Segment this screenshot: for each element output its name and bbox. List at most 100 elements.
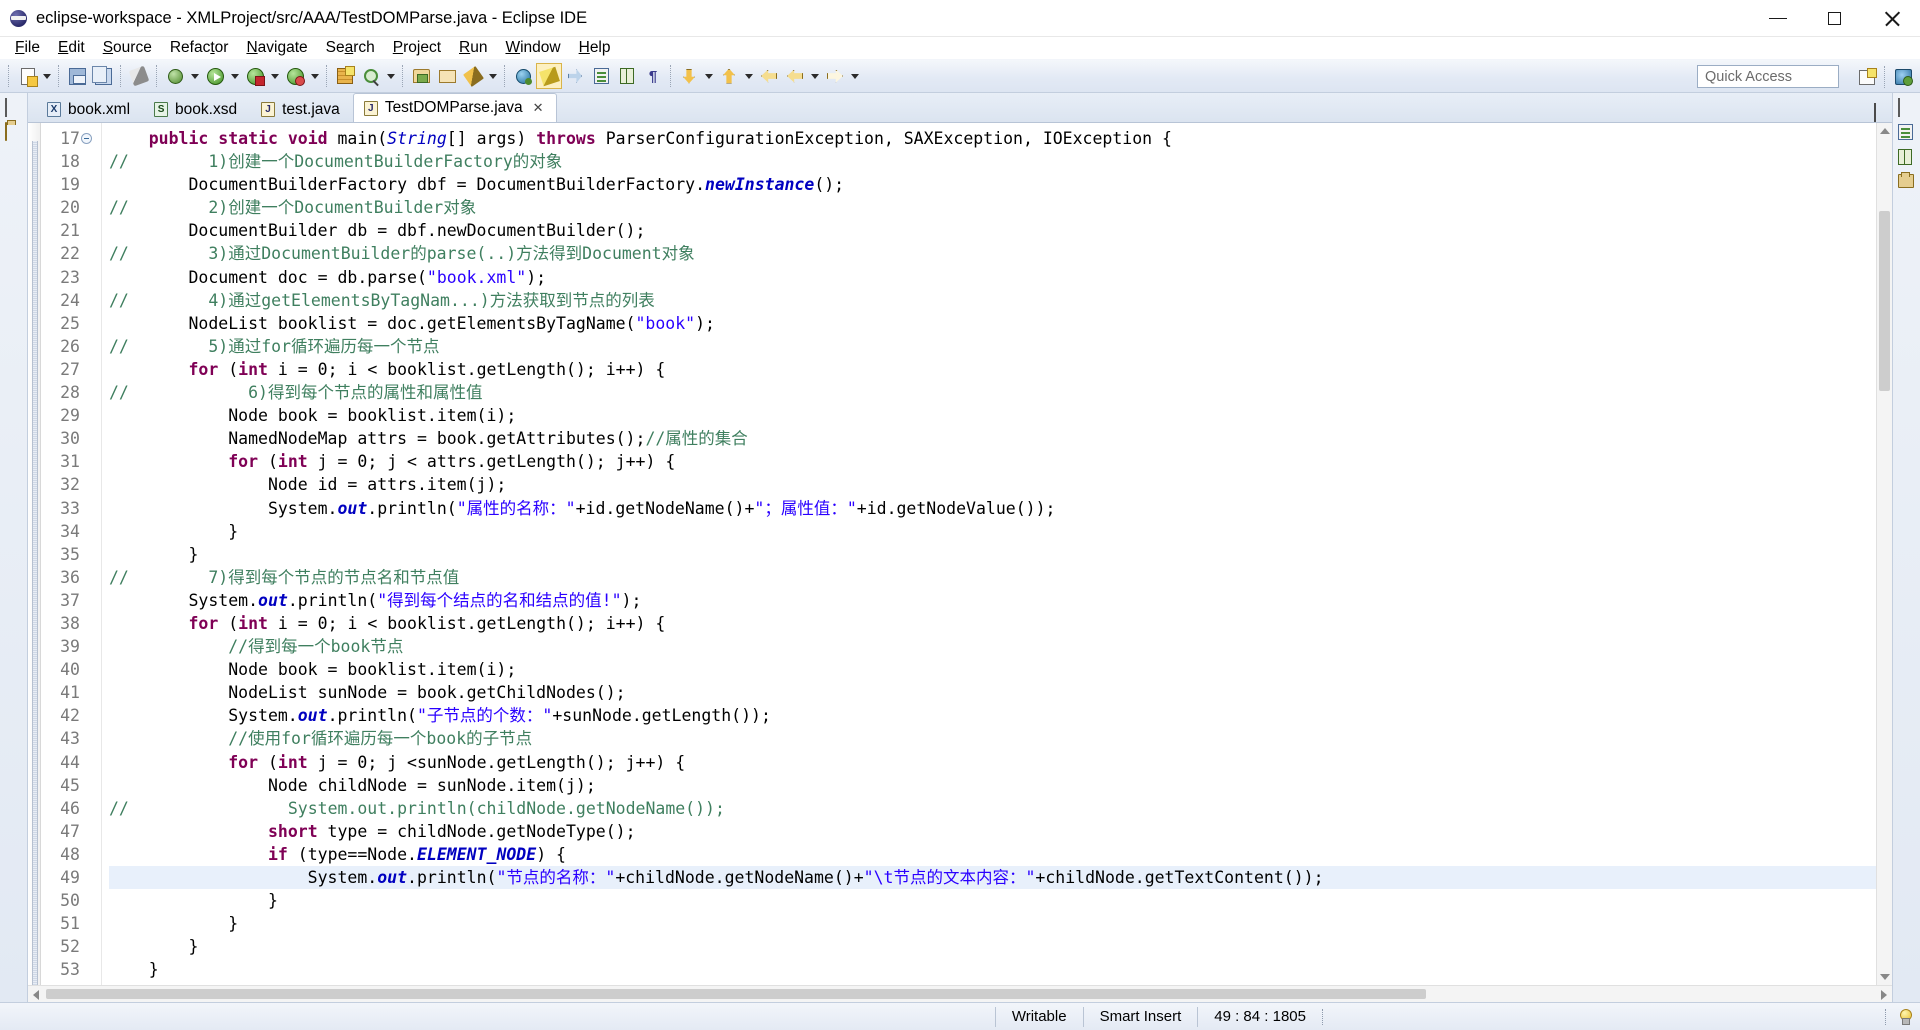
- outline-view-icon[interactable]: [1897, 124, 1916, 142]
- task-list-icon[interactable]: [1897, 149, 1916, 167]
- previous-edit-location-button[interactable]: [716, 63, 742, 89]
- fold-collapse-icon[interactable]: [81, 133, 92, 144]
- code-line[interactable]: Node id = attrs.item(j);: [109, 473, 1876, 496]
- package-explorer-icon[interactable]: [4, 122, 23, 141]
- open-type-button[interactable]: [408, 63, 434, 89]
- code-line[interactable]: // System.out.println(childNode.getNodeN…: [109, 797, 1876, 820]
- scroll-left-arrow[interactable]: [33, 990, 39, 1000]
- previous-annotation-button[interactable]: [614, 63, 640, 89]
- scroll-up-arrow[interactable]: [1880, 128, 1890, 134]
- code-line[interactable]: // 4)通过getElementsByTagNam...)方法获取到节点的列表: [109, 289, 1876, 312]
- restore-view-icon[interactable]: [4, 98, 23, 117]
- run-last-tool-button[interactable]: [242, 63, 268, 89]
- quick-fix-button[interactable]: [126, 63, 152, 89]
- code-line[interactable]: }: [109, 543, 1876, 566]
- new-wizard-dropdown[interactable]: [40, 63, 54, 89]
- editor-marker-column[interactable]: [28, 123, 41, 985]
- editor-horizontal-scrollbar[interactable]: [28, 985, 1892, 1002]
- code-line[interactable]: for (int j = 0; j <sunNode.getLength(); …: [109, 751, 1876, 774]
- source-code-text[interactable]: public static void main(String[] args) t…: [102, 123, 1876, 985]
- horizontal-scroll-thumb[interactable]: [46, 989, 1426, 999]
- close-button[interactable]: [1863, 0, 1920, 37]
- toggle-mark-occurrences-button[interactable]: [536, 63, 562, 89]
- code-line[interactable]: // 2)创建一个DocumentBuilder对象: [109, 196, 1876, 219]
- folding-column[interactable]: [86, 123, 102, 985]
- menu-help[interactable]: Help: [570, 38, 620, 58]
- new-java-package-button[interactable]: [332, 63, 358, 89]
- menu-edit[interactable]: Edit: [49, 38, 94, 58]
- debug-button[interactable]: [162, 63, 188, 89]
- coverage-dropdown[interactable]: [308, 63, 322, 89]
- code-line[interactable]: }: [109, 935, 1876, 958]
- editor-maximize-icon[interactable]: [1874, 103, 1888, 122]
- code-editor[interactable]: 17 18 19 20 21 22 23 24 25 26 27 28 29 30 31 32 33 34 35 36…: [28, 123, 1892, 985]
- code-line[interactable]: DocumentBuilder db = dbf.newDocumentBuil…: [109, 219, 1876, 242]
- code-line[interactable]: }: [109, 889, 1876, 912]
- forward-button[interactable]: [822, 63, 848, 89]
- scroll-right-arrow[interactable]: [1881, 990, 1887, 1000]
- code-line[interactable]: // 3)通过DocumentBuilder的parse(..)方法得到Docu…: [109, 242, 1876, 265]
- next-annotation-button[interactable]: [588, 63, 614, 89]
- back-dropdown[interactable]: [808, 63, 822, 89]
- code-line[interactable]: Document doc = db.parse("book.xml");: [109, 266, 1876, 289]
- next-edit-dropdown[interactable]: [702, 63, 716, 89]
- code-line[interactable]: Node book = booklist.item(i);: [109, 658, 1876, 681]
- tip-bulb-icon[interactable]: [1898, 1008, 1912, 1025]
- code-line[interactable]: // 7)得到每个节点的节点名和节点值: [109, 566, 1876, 589]
- pilcrow-button[interactable]: ¶: [640, 63, 666, 89]
- code-line[interactable]: }: [109, 520, 1876, 543]
- editor-minimize-icon[interactable]: [1854, 104, 1868, 118]
- code-line[interactable]: Node childNode = sunNode.item(j);: [109, 774, 1876, 797]
- tab-close-icon[interactable]: ✕: [533, 100, 544, 116]
- coverage-button[interactable]: [282, 63, 308, 89]
- tab-testdomparse-java[interactable]: J TestDOMParse.java ✕: [352, 93, 557, 122]
- search-button[interactable]: [460, 63, 486, 89]
- editor-vertical-scrollbar[interactable]: [1876, 123, 1892, 985]
- code-line[interactable]: for (int i = 0; i < booklist.getLength()…: [109, 358, 1876, 381]
- code-line[interactable]: System.out.println("子节点的个数："+sunNode.get…: [109, 704, 1876, 727]
- external-tools-dropdown[interactable]: [384, 63, 398, 89]
- code-line[interactable]: for (int i = 0; i < booklist.getLength()…: [109, 612, 1876, 635]
- code-line[interactable]: NamedNodeMap attrs = book.getAttributes(…: [109, 427, 1876, 450]
- save-all-button[interactable]: [90, 63, 116, 89]
- code-line[interactable]: NodeList booklist = doc.getElementsByTag…: [109, 312, 1876, 335]
- external-tools-button[interactable]: [358, 63, 384, 89]
- search-dropdown[interactable]: [486, 63, 500, 89]
- previous-edit-dropdown[interactable]: [742, 63, 756, 89]
- templates-view-icon[interactable]: [1897, 172, 1916, 192]
- menu-refactor[interactable]: Refactor: [161, 38, 238, 58]
- open-perspective-icon[interactable]: [1854, 64, 1880, 90]
- new-wizard-button[interactable]: [14, 63, 40, 89]
- vertical-scroll-thumb[interactable]: [1879, 211, 1890, 391]
- code-line[interactable]: //使用for循环遍历每一个book的子节点: [109, 727, 1876, 750]
- quick-access-input[interactable]: Quick Access: [1697, 65, 1839, 88]
- save-button[interactable]: [64, 63, 90, 89]
- menu-navigate[interactable]: Navigate: [237, 38, 316, 58]
- scroll-down-arrow[interactable]: [1880, 974, 1890, 980]
- open-task-button[interactable]: [434, 63, 460, 89]
- run-button[interactable]: [202, 63, 228, 89]
- restore-view-icon[interactable]: [1897, 98, 1916, 117]
- maximize-button[interactable]: [1806, 0, 1863, 37]
- code-line[interactable]: Node book = booklist.item(i);: [109, 404, 1876, 427]
- code-line[interactable]: //得到每一个book节点: [109, 635, 1876, 658]
- menu-search[interactable]: Search: [317, 38, 384, 58]
- code-line[interactable]: }: [109, 912, 1876, 935]
- code-line[interactable]: System.out.println("得到每个结点的名和结点的值!");: [109, 589, 1876, 612]
- code-line[interactable]: // 1)创建一个DocumentBuilderFactory的对象: [109, 150, 1876, 173]
- menu-project[interactable]: Project: [384, 38, 450, 58]
- minimize-button[interactable]: [1749, 0, 1806, 37]
- menu-file[interactable]: File: [6, 38, 49, 58]
- code-line[interactable]: for (int j = 0; j < attrs.getLength(); j…: [109, 450, 1876, 473]
- run-last-tool-dropdown[interactable]: [268, 63, 282, 89]
- code-line[interactable]: NodeList sunNode = book.getChildNodes();: [109, 681, 1876, 704]
- code-line[interactable]: if (type==Node.ELEMENT_NODE) {: [109, 843, 1876, 866]
- menu-window[interactable]: Window: [496, 38, 569, 58]
- menu-run[interactable]: Run: [450, 38, 496, 58]
- tab-test-java[interactable]: J test.java: [250, 96, 353, 122]
- back-history-button[interactable]: [782, 63, 808, 89]
- java-perspective-icon[interactable]: [1890, 64, 1916, 90]
- code-line[interactable]: public static void main(String[] args) t…: [109, 127, 1876, 150]
- code-line[interactable]: System.out.println("属性的名称："+id.getNodeNa…: [109, 497, 1876, 520]
- skip-all-breakpoints-button[interactable]: [562, 63, 588, 89]
